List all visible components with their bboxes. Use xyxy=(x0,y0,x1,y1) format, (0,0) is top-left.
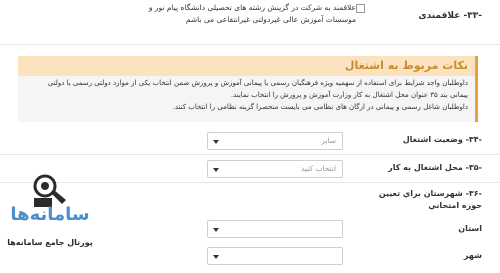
chevron-down-icon xyxy=(213,255,219,259)
notice-title: نکات مربوط به اشتغال xyxy=(344,59,468,72)
notice-body: داوطلبان واجد شرایط برای استفاده از سهمی… xyxy=(32,77,468,113)
exam-city-heading: -۳۶- شهرستان براي تعيين حوزه امتحاني xyxy=(378,189,482,210)
notice-accent-bar xyxy=(475,56,478,122)
workplace-label: -۳۵- محل اشتغال به کار xyxy=(388,163,482,172)
notice-line: پیمانی بند ۳۵ عنوان محل اشتغال به کار وز… xyxy=(230,91,468,99)
chevron-down-icon xyxy=(213,228,219,232)
divider xyxy=(0,154,500,155)
notice-line: داوطلبان واجد شرایط برای استفاده از سهمی… xyxy=(47,79,468,87)
province-label: استان xyxy=(458,224,482,233)
interest-text: علاقمند به شرکت در گزینش رشته های تحصیلی… xyxy=(148,3,356,24)
employment-status-label: -۳۴- وضعیت اشتغال xyxy=(402,135,482,144)
workplace-select[interactable]: انتخاب کنید xyxy=(207,160,343,178)
city-label: شهر xyxy=(463,251,482,260)
divider xyxy=(0,44,500,45)
bird-with-laptop-icon xyxy=(33,174,66,207)
chevron-down-icon xyxy=(213,168,219,172)
interest-checkbox[interactable] xyxy=(356,4,365,13)
brand-name: سامانه‌ها xyxy=(10,204,90,225)
employment-status-value: سایر xyxy=(321,136,336,145)
interest-label: -۳۳- علاقمندی xyxy=(418,11,482,21)
province-select[interactable] xyxy=(207,220,343,238)
workplace-value: انتخاب کنید xyxy=(300,164,336,173)
employment-status-select[interactable]: سایر xyxy=(207,132,343,150)
employment-notice: نکات مربوط به اشتغال داوطلبان واجد شرایط… xyxy=(18,56,478,122)
chevron-down-icon xyxy=(213,140,219,144)
brand-tagline: پورتال جامع سامانه‌ها xyxy=(7,238,93,247)
notice-line: داوطلبان شاغل رسمی و پیمانی در ارگان های… xyxy=(172,103,468,111)
interest-row: -۳۳- علاقمندی علاقمند به شرکت در گزینش ر… xyxy=(0,0,500,44)
samaneha-logo: سامانه‌ها پورتال جامع سامانه‌ها xyxy=(0,164,100,273)
city-select[interactable] xyxy=(207,247,343,265)
